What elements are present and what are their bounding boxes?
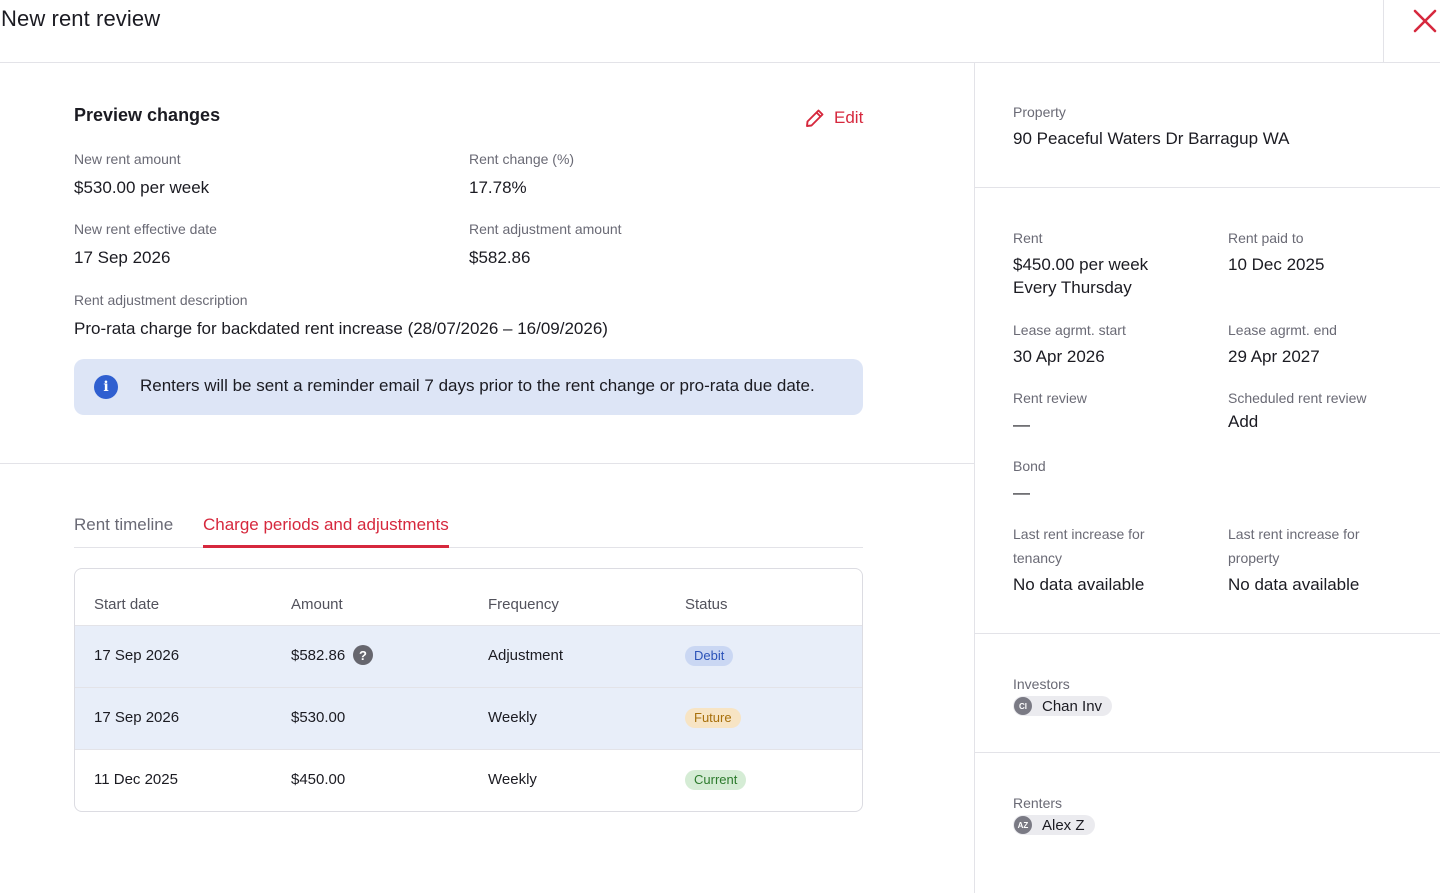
last-increase-tenancy-label: Last rent increase for [1013, 526, 1145, 542]
edit-label: Edit [834, 108, 864, 127]
property-label: Property [1013, 104, 1066, 120]
lease-start-label: Lease agrmt. start [1013, 322, 1126, 338]
row-start-date: 11 Dec 2025 [94, 771, 178, 788]
adjustment-amount-value: $582.86 [469, 248, 531, 267]
adjustment-amount-label: Rent adjustment amount [469, 221, 622, 237]
preview-title: Preview changes [74, 105, 221, 125]
add-scheduled-review-link[interactable]: Add [1228, 410, 1258, 433]
column-header-frequency[interactable]: Frequency [488, 596, 559, 613]
lease-end-value: 29 Apr 2027 [1228, 347, 1320, 366]
close-icon [1413, 9, 1437, 33]
help-icon[interactable]: ? [353, 645, 373, 665]
avatar: AZ [1014, 816, 1032, 834]
rent-frequency: Every Thursday [1013, 278, 1132, 297]
row-start-date: 17 Sep 2026 [94, 647, 180, 664]
rent-review-label: Rent review [1013, 390, 1087, 406]
rent-label: Rent [1013, 230, 1043, 246]
bond-value: — [1013, 483, 1030, 502]
renter-name: Alex Z [1042, 816, 1085, 834]
status-badge: Debit [685, 646, 734, 666]
main-panel: Preview changes Edit New rent amount $53… [0, 63, 974, 893]
pencil-icon [806, 109, 824, 127]
lease-end-label: Lease agrmt. end [1228, 322, 1337, 338]
bond-label: Bond [1013, 458, 1046, 474]
last-increase-tenancy-label-line2: tenancy [1013, 550, 1063, 566]
new-rent-amount-value: $530.00 per week [74, 178, 210, 197]
last-increase-tenancy-value: No data available [1013, 575, 1145, 594]
effective-date-value: 17 Sep 2026 [74, 248, 171, 267]
row-frequency: Weekly [488, 709, 537, 726]
close-button[interactable] [1408, 4, 1440, 38]
table-header: Start date Amount Frequency Status [75, 569, 862, 626]
last-increase-property-value: No data available [1228, 575, 1360, 594]
last-increase-property-label-line2: property [1228, 550, 1280, 566]
row-amount: $450.00 [291, 771, 346, 788]
table-row[interactable]: 17 Sep 2026 $582.86 ? Adjustment Debit [75, 626, 862, 688]
scheduled-review-label: Scheduled rent review [1228, 390, 1367, 406]
rent-paid-to-label: Rent paid to [1228, 230, 1304, 246]
investors-label: Investors [1013, 676, 1070, 692]
last-increase-property-label: Last rent increase for [1228, 526, 1360, 542]
row-frequency: Weekly [488, 771, 537, 788]
row-amount: $530.00 [291, 709, 346, 726]
sidebar-divider [975, 633, 1440, 634]
column-header-start-date[interactable]: Start date [94, 596, 159, 613]
column-header-amount[interactable]: Amount [291, 596, 343, 613]
lease-start-value: 30 Apr 2026 [1013, 347, 1105, 366]
status-badge: Current [685, 770, 747, 790]
row-start-date: 17 Sep 2026 [94, 709, 180, 726]
rent-review-value: — [1013, 415, 1030, 434]
tab-charge-periods[interactable]: Charge periods and adjustments [203, 515, 449, 548]
sidebar-divider [975, 752, 1440, 753]
new-rent-amount-label: New rent amount [74, 151, 181, 167]
renter-chip[interactable]: AZ Alex Z [1013, 815, 1095, 835]
rent-change-value: 17.78% [469, 178, 527, 197]
header-divider [1383, 0, 1384, 62]
rent-paid-to-value: 10 Dec 2025 [1228, 255, 1325, 274]
tenancy-sidebar: Property 90 Peaceful Waters Dr Barragup … [975, 63, 1440, 893]
investor-name: Chan Inv [1042, 697, 1103, 715]
info-text: Renters will be sent a reminder email 7 … [140, 376, 815, 395]
row-frequency: Adjustment [488, 647, 564, 664]
effective-date-label: New rent effective date [74, 221, 217, 237]
avatar: CI [1014, 697, 1032, 715]
property-value: 90 Peaceful Waters Dr Barragup WA [1013, 129, 1290, 148]
edit-button[interactable]: Edit [804, 106, 863, 130]
column-header-status[interactable]: Status [685, 596, 728, 613]
charge-periods-table: Start date Amount Frequency Status 17 Se… [74, 568, 863, 812]
renters-label: Renters [1013, 795, 1063, 811]
tab-bar: Rent timeline Charge periods and adjustm… [74, 515, 863, 548]
investor-chip[interactable]: CI Chan Inv [1013, 696, 1113, 716]
info-banner: i Renters will be sent a reminder email … [74, 359, 863, 415]
adjustment-desc-label: Rent adjustment description [74, 292, 248, 308]
sidebar-divider [975, 187, 1440, 188]
modal-header: New rent review [0, 0, 1440, 63]
info-icon: i [94, 375, 118, 399]
table-row[interactable]: 17 Sep 2026 $530.00 Weekly Future [75, 688, 862, 750]
status-badge: Future [685, 708, 741, 728]
rent-value: $450.00 per week [1013, 255, 1149, 274]
row-amount: $582.86 [291, 647, 346, 664]
section-divider [0, 463, 974, 464]
rent-change-label: Rent change (%) [469, 151, 575, 167]
tab-rent-timeline[interactable]: Rent timeline [74, 515, 173, 548]
adjustment-desc-value: Pro-rata charge for backdated rent incre… [74, 319, 608, 338]
page-title: New rent review [1, 6, 161, 31]
table-row[interactable]: 11 Dec 2025 $450.00 Weekly Current [75, 750, 862, 811]
